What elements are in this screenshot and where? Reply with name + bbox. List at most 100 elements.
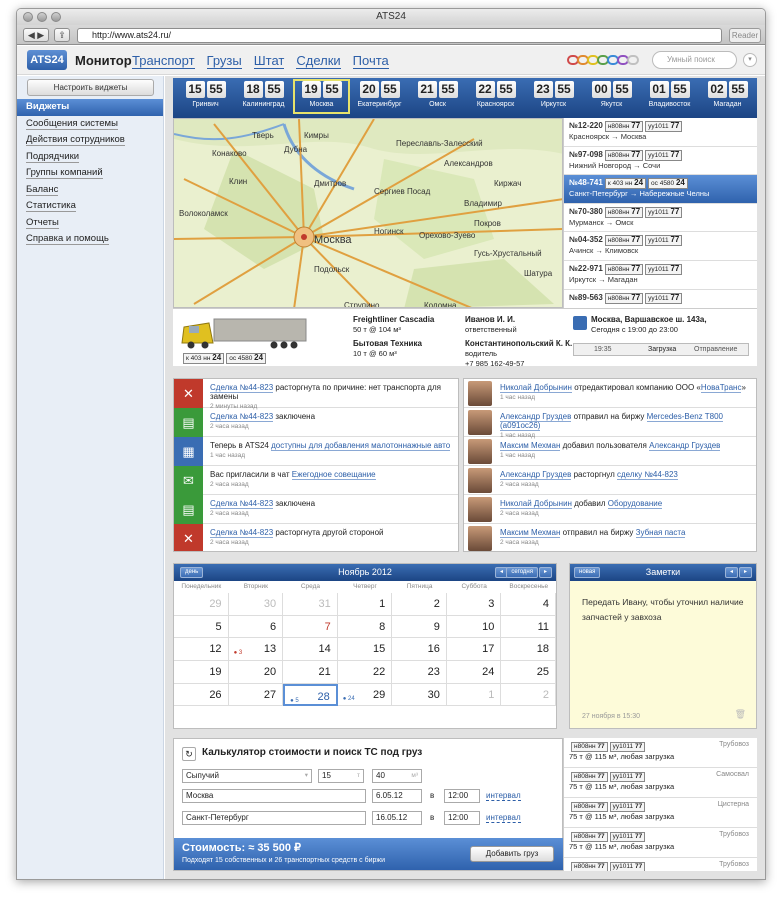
truck-row[interactable]: №12-220 н808нн 77 уу1011 77 Красноярск → Мо… — [564, 118, 757, 147]
clock-5[interactable]: 22 55 Красноярск — [467, 81, 524, 116]
next-month-button[interactable]: ▸ — [538, 567, 552, 578]
sidebar-item[interactable]: Подрядчики — [17, 149, 163, 166]
event-link[interactable]: Сделка №44-823 — [210, 499, 274, 509]
object-link[interactable]: НоваТранс — [700, 383, 742, 393]
add-cargo-button[interactable]: Добавить груз — [470, 846, 554, 862]
clock-8[interactable]: 01 55 Владивосток — [641, 81, 698, 116]
sidebar-item[interactable]: Отчеты — [17, 215, 163, 232]
calendar-day[interactable]: 15 — [337, 638, 393, 662]
calendar-day[interactable]: 8 — [337, 615, 393, 639]
today-button[interactable]: сегодня — [506, 567, 538, 578]
nav-item[interactable]: Сделки — [296, 53, 341, 69]
clock-9[interactable]: 02 55 Магадан — [699, 81, 756, 116]
from-interval-link[interactable]: интервал — [486, 791, 521, 801]
clock-2[interactable]: 19 55 Москва — [293, 79, 350, 114]
url-field[interactable]: http://www.ats24.ru/ — [77, 28, 722, 43]
nav-item[interactable]: Почта — [352, 53, 389, 69]
sidebar-item[interactable]: Сообщения системы — [17, 116, 163, 133]
from-city-input[interactable]: Москва — [182, 789, 366, 803]
event-link[interactable]: Сделка №44-823 — [210, 412, 274, 422]
calendar-day[interactable]: 1 — [446, 683, 502, 707]
truck-row[interactable]: №89-563 н808нн 77 уу1011 77 — [564, 290, 757, 308]
clock-3[interactable]: 20 55 Екатеринбург — [351, 81, 408, 116]
event-link[interactable]: Ежегодное совещание — [291, 470, 376, 480]
calendar-day[interactable]: 22 — [337, 661, 393, 684]
sidebar-item[interactable]: Виджеты — [17, 99, 163, 116]
sidebar-item[interactable]: Баланс — [17, 182, 163, 199]
avatar[interactable] — [468, 497, 492, 522]
search-input[interactable]: Умный поиск — [652, 51, 737, 69]
note-text[interactable]: Передать Ивану, чтобы уточнил наличие за… — [570, 581, 756, 639]
reader-button[interactable]: Reader — [729, 28, 761, 43]
truck-row[interactable]: №70-380 н808нн 77 уу1011 77 Мурманск → Омск — [564, 204, 757, 233]
calendar-day[interactable]: 1 — [337, 593, 393, 616]
to-time-input[interactable]: 12:00 — [444, 811, 480, 825]
calendar-day[interactable]: 23 — [392, 661, 447, 684]
clock-7[interactable]: 00 55 Якутск — [583, 81, 640, 116]
calendar-day[interactable]: 2 — [501, 683, 556, 707]
calendar-day[interactable]: 14 — [283, 638, 338, 662]
avatar[interactable] — [468, 381, 492, 406]
next-note-button[interactable]: ▸ — [738, 567, 752, 578]
refresh-icon[interactable]: ↻ — [182, 747, 196, 761]
event-link[interactable]: доступны для добавления малотоннажные ав… — [271, 441, 451, 451]
sidebar-item[interactable]: Статистика — [17, 198, 163, 215]
object-link[interactable]: сделку №44-823 — [617, 470, 678, 480]
sidebar-item[interactable]: Группы компаний — [17, 165, 163, 182]
nav-item[interactable]: Штат — [253, 53, 285, 69]
from-date-input[interactable]: 6.05.12 — [372, 789, 422, 803]
truck-row[interactable]: №22-971 н808нн 77 уу1011 77 Иркутск → Магад… — [564, 261, 757, 290]
weight-input[interactable]: 15 т — [318, 769, 364, 783]
event-link[interactable]: Сделка №44-823 — [210, 528, 274, 538]
calendar-day[interactable]: 11 — [501, 615, 556, 639]
volume-input[interactable]: 40 м³ — [372, 769, 422, 783]
object-link[interactable]: Оборудование — [607, 499, 663, 509]
user-link[interactable]: Максим Мехман — [500, 441, 561, 451]
result-row[interactable]: н808нн 77 уу1011 77 Трубовоз — [564, 858, 757, 871]
truck-row[interactable]: №04-352 н808нн 77 уу1011 77 Ачинск → Климов… — [564, 232, 757, 261]
object-link[interactable]: Зубная паста — [635, 528, 686, 538]
day-view-button[interactable]: день — [180, 567, 204, 578]
prev-note-button[interactable]: ◂ — [724, 567, 738, 578]
calendar-day[interactable]: 5 — [174, 615, 229, 639]
user-link[interactable]: Александр Груздев — [500, 470, 572, 480]
calendar-day[interactable]: 29 ● 24 — [337, 683, 393, 707]
result-row[interactable]: н808нн 77 уу1011 77 Трубовоз 75 т @ 115 м³,… — [564, 828, 757, 858]
calendar-day[interactable]: 10 — [446, 615, 502, 639]
calendar-day[interactable]: 28 ● 5 — [283, 683, 338, 707]
to-interval-link[interactable]: интервал — [486, 813, 521, 823]
cargo-type-select[interactable]: Сыпучий ▾ — [182, 769, 312, 783]
calendar-day[interactable]: 21 — [283, 661, 338, 684]
to-city-input[interactable]: Санкт-Петербург — [182, 811, 366, 825]
calendar-day[interactable]: 29 — [174, 593, 229, 616]
avatar[interactable] — [468, 468, 492, 493]
back-forward-buttons[interactable]: ◀ ▶ — [23, 28, 49, 42]
calendar-day[interactable]: 24 — [446, 661, 502, 684]
nav-item[interactable]: Транспорт — [132, 53, 195, 69]
calendar-day[interactable]: 27 — [228, 683, 284, 707]
calendar-day[interactable]: 16 — [392, 638, 447, 662]
chevron-down-icon[interactable]: ▾ — [743, 53, 757, 67]
calendar-day[interactable]: 4 — [501, 593, 556, 616]
calendar-day[interactable]: 18 — [501, 638, 556, 662]
truck-row[interactable]: №97-098 н808нн 77 уу1011 77 Нижний Новгород… — [564, 147, 757, 176]
sidebar-item[interactable]: Справка и помощь — [17, 231, 163, 248]
trash-icon[interactable]: 🗑 — [735, 709, 746, 720]
configure-widgets-button[interactable]: Настроить виджеты — [27, 79, 154, 96]
nav-item[interactable]: Грузы — [206, 53, 242, 69]
ats24-logo[interactable]: ATS24 — [27, 50, 67, 70]
calendar-day[interactable]: 6 — [228, 615, 284, 639]
calendar-day[interactable]: 2 — [392, 593, 447, 616]
new-note-button[interactable]: новая — [574, 567, 601, 578]
calendar-day[interactable]: 30 — [392, 683, 447, 707]
sidebar-item[interactable]: Действия сотрудников — [17, 132, 163, 149]
clock-6[interactable]: 23 55 Иркутск — [525, 81, 582, 116]
minimize-window-button[interactable] — [37, 12, 47, 22]
calendar-day[interactable]: 25 — [501, 661, 556, 684]
zoom-window-button[interactable] — [51, 12, 61, 22]
to-date-input[interactable]: 16.05.12 — [372, 811, 422, 825]
result-row[interactable]: н808нн 77 уу1011 77 Трубовоз 75 т @ 115 м³,… — [564, 738, 757, 768]
close-window-button[interactable] — [23, 12, 33, 22]
share-icon[interactable]: ⇪ — [54, 28, 70, 42]
user-link[interactable]: Максим Мехман — [500, 528, 561, 538]
